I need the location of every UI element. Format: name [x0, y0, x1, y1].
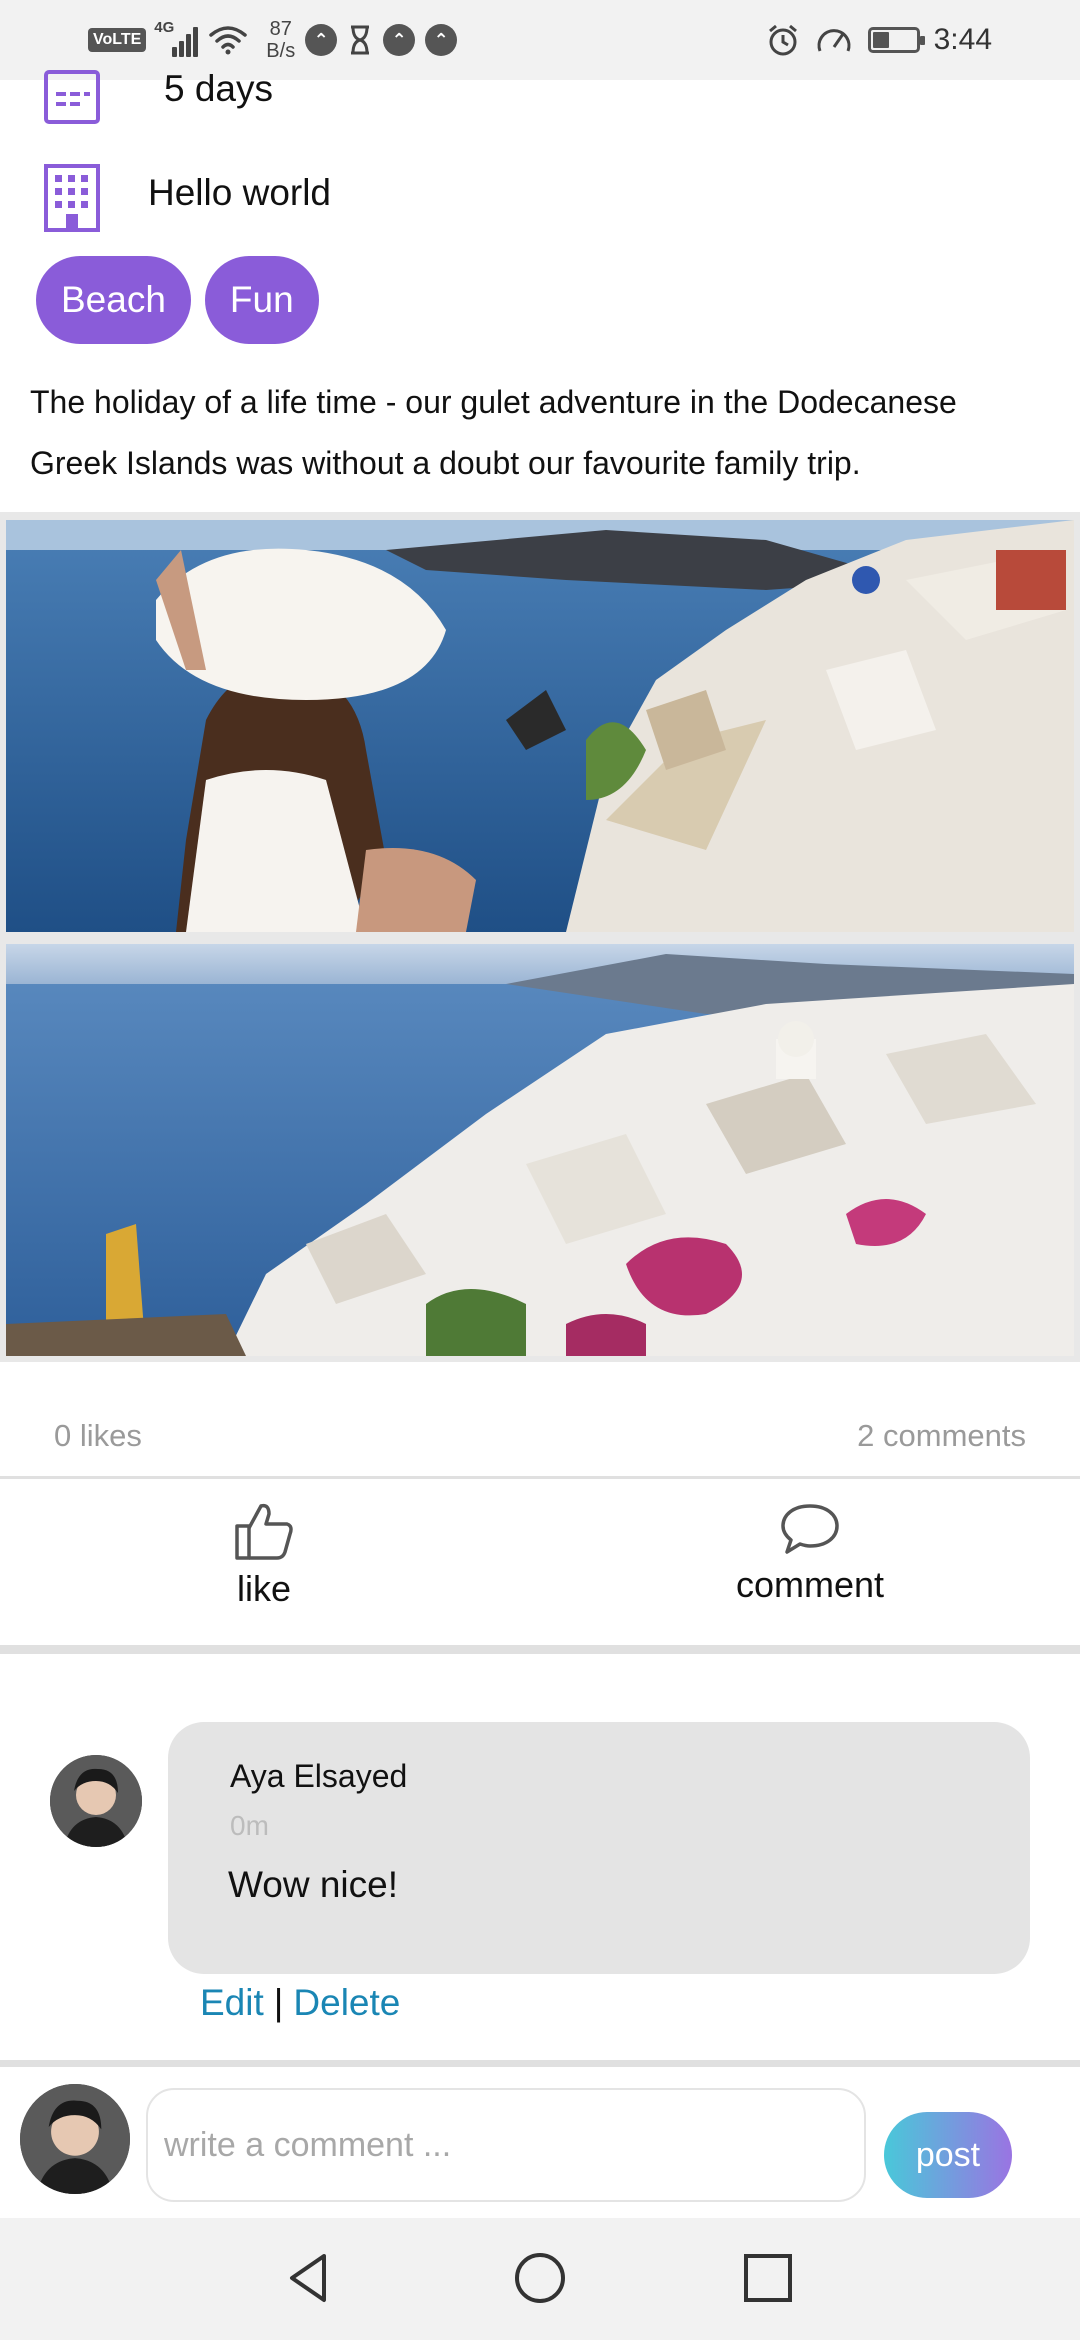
trip-photo[interactable] [6, 520, 1074, 932]
trip-description: The holiday of a life time - our gulet a… [30, 384, 957, 481]
separator: | [273, 1982, 284, 2023]
trip-photo[interactable] [6, 944, 1074, 1356]
signal-icon: 4G [154, 19, 199, 57]
status-left: VoLTE 4G 87 B/s ⌃ ⌃ ⌃ [88, 16, 458, 64]
wifi-icon [209, 26, 248, 55]
home-icon[interactable] [510, 2248, 570, 2308]
trip-place: Hello world [148, 172, 332, 213]
edit-comment-link[interactable]: Edit [200, 1982, 264, 2024]
speech-bubble-icon [781, 1504, 839, 1554]
commenter-avatar[interactable] [50, 1755, 142, 1847]
alert-icon: ⌃ [305, 24, 338, 56]
volte-badge: VoLTE [88, 28, 147, 52]
alert-icon: ⌃ [383, 24, 416, 56]
alarm-icon [768, 24, 797, 56]
current-user-avatar[interactable] [20, 2084, 130, 2194]
calendar-icon [44, 70, 100, 124]
duration-row: 5 days [0, 60, 1080, 140]
thumbs-up-icon [235, 1503, 293, 1560]
photo-santorini-village [6, 944, 1074, 1356]
back-icon[interactable] [280, 2248, 340, 2308]
speed-unit: B/s [266, 40, 296, 62]
tag-list: Beach Fun [36, 256, 319, 344]
place-row: Hello world [0, 160, 1080, 240]
photo-woman-santorini [6, 520, 1074, 932]
tag-chip[interactable]: Beach [36, 256, 191, 344]
building-icon [44, 164, 100, 232]
speedometer-icon [817, 29, 851, 52]
likes-count: 0 likes [54, 1418, 142, 1453]
speed-value: 87 [269, 18, 292, 40]
avatar-photo [50, 1755, 142, 1847]
like-button[interactable]: like [214, 1500, 314, 1630]
comment-bubble: Aya Elsayed 0m Wow nice! [168, 1722, 1030, 1974]
post-button[interactable]: post [884, 2112, 1012, 2198]
comments-count[interactable]: 2 comments [857, 1418, 1026, 1454]
comment-button[interactable]: comment [700, 1500, 920, 1630]
battery-fill [872, 32, 889, 48]
trip-duration: 5 days [164, 68, 274, 109]
comment-label: comment [735, 1564, 885, 1605]
divider [0, 1645, 1080, 1654]
photo-gallery [0, 512, 1080, 1362]
comment-text: Wow nice! [228, 1864, 398, 1905]
status-right: 3:44 [766, 16, 992, 64]
comment-timestamp: 0m [230, 1810, 269, 1841]
system-nav-bar [0, 2218, 1080, 2340]
divider [0, 1476, 1080, 1479]
battery-icon [867, 27, 925, 53]
like-label: like [236, 1568, 292, 1609]
comment-author[interactable]: Aya Elsayed [230, 1758, 407, 1795]
network-type: 4G [154, 19, 175, 36]
comment-actions: Edit | Delete [200, 1982, 400, 2024]
divider [0, 2060, 1080, 2067]
network-speed: 87 B/s [266, 18, 295, 62]
recents-icon[interactable] [738, 2248, 798, 2308]
delete-comment-link[interactable]: Delete [293, 1982, 400, 2024]
alert-icon: ⌃ [425, 24, 458, 56]
hourglass-icon [351, 25, 370, 55]
tag-chip[interactable]: Fun [204, 256, 319, 344]
comment-input[interactable] [146, 2088, 866, 2202]
avatar-photo [20, 2084, 130, 2194]
clock: 3:44 [933, 23, 992, 56]
